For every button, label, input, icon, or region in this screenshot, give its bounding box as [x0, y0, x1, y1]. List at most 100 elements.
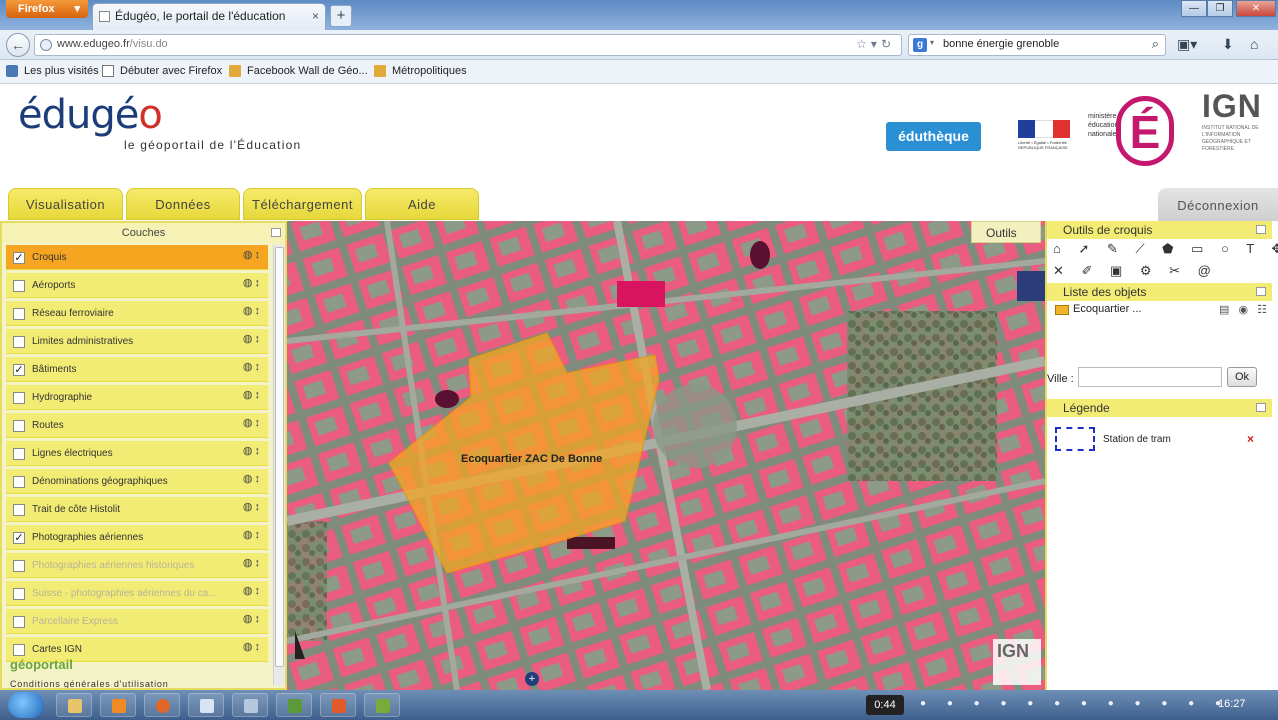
bookmark-facebook-wall[interactable]: Facebook Wall de Géo... — [229, 65, 368, 77]
layer-controls-icon[interactable]: ◍↕ — [243, 556, 262, 569]
minimize-panel-icon[interactable] — [1256, 287, 1266, 296]
croquis-tools-row-1[interactable]: ⌂ ➚ ✎ ⟋ ⬟ ▭ ○ T ✥ ⤫ — [1053, 241, 1278, 257]
back-button[interactable]: ← — [6, 33, 30, 57]
layer-controls-icon[interactable]: ◍↕ — [243, 528, 262, 541]
layer-checkbox[interactable]: ✓ — [13, 364, 25, 376]
browser-tab[interactable]: Édugéo, le portail de l'éducation × — [92, 3, 326, 30]
search-icon[interactable]: ⌕ — [1152, 36, 1159, 52]
edutheque-button[interactable]: éduthèque — [886, 122, 981, 151]
layer-checkbox[interactable] — [13, 308, 25, 320]
layer-item[interactable]: Lignes électriques ◍↕ — [6, 441, 268, 466]
layer-controls-icon[interactable]: ◍↕ — [243, 500, 262, 513]
layer-controls-icon[interactable]: ◍↕ — [243, 612, 262, 625]
layer-item[interactable]: ✓ Croquis ◍↕ — [6, 245, 268, 270]
logout-button[interactable]: Déconnexion — [1158, 188, 1278, 221]
layer-item[interactable]: Suisse - photographies aériennes du ca..… — [6, 581, 268, 606]
taskbar-app-8[interactable] — [364, 693, 400, 717]
layer-checkbox[interactable] — [13, 448, 25, 460]
layer-checkbox[interactable] — [13, 504, 25, 516]
ok-button[interactable]: Ok — [1227, 367, 1257, 387]
close-window-button[interactable]: ✕ — [1236, 0, 1276, 17]
layer-item[interactable]: Routes ◍↕ — [6, 413, 268, 438]
layer-item[interactable]: Parcellaire Express ◍↕ — [6, 609, 268, 634]
tab-aide[interactable]: Aide — [365, 188, 479, 220]
taskbar-clock[interactable]: 16:27 — [1218, 698, 1246, 710]
layer-checkbox[interactable] — [13, 616, 25, 628]
download-icon[interactable]: ⬇ — [1222, 36, 1234, 53]
maximize-button[interactable]: ❐ — [1207, 0, 1233, 17]
layer-controls-icon[interactable]: ◍↕ — [243, 444, 262, 457]
bookmarks-menu-icon[interactable]: ▣▾ — [1177, 36, 1197, 53]
new-tab-button[interactable]: + — [330, 5, 352, 27]
taskbar-explorer[interactable] — [56, 693, 92, 717]
layers-scrollbar[interactable] — [273, 245, 285, 685]
bookmark-metropolitiques[interactable]: Métropolitiques — [374, 65, 467, 77]
tab-telechargement[interactable]: Téléchargement — [243, 188, 362, 220]
layer-checkbox[interactable] — [13, 476, 25, 488]
minimize-panel-icon[interactable] — [1256, 403, 1266, 412]
search-bar[interactable]: g ▾ bonne énergie grenoble ⌕ — [908, 34, 1166, 56]
zoom-in-button[interactable]: + — [525, 672, 539, 686]
firefox-menu-button[interactable]: Firefox ▾ — [6, 0, 88, 18]
map-view[interactable]: Outils Ecoquartier ZAC De Bonne + IGN — [287, 221, 1045, 690]
taskbar-app-7[interactable] — [320, 693, 356, 717]
layer-checkbox[interactable] — [13, 588, 25, 600]
layer-item[interactable]: Réseau ferroviaire ◍↕ — [6, 301, 268, 326]
taskbar-firefox[interactable] — [144, 693, 180, 717]
system-tray-icons[interactable]: ● ● ● ● ● ● ● ● ● ● ● ● — [920, 698, 1230, 709]
layer-item[interactable]: Limites administratives ◍↕ — [6, 329, 268, 354]
layer-controls-icon[interactable]: ◍↕ — [243, 360, 262, 373]
close-tab-icon[interactable]: × — [312, 9, 319, 23]
layer-item[interactable]: Photographies aériennes historiques ◍↕ — [6, 553, 268, 578]
layer-controls-icon[interactable]: ◍↕ — [243, 584, 262, 597]
layer-checkbox[interactable]: ✓ — [13, 532, 25, 544]
layer-controls-icon[interactable]: ◍↕ — [243, 248, 262, 261]
layer-checkbox[interactable] — [13, 392, 25, 404]
minimize-button[interactable]: — — [1181, 0, 1207, 17]
object-actions[interactable]: ▤ ◉ ☷ — [1219, 303, 1270, 316]
bookmark-most-visited[interactable]: Les plus visités — [6, 65, 99, 77]
layer-item[interactable]: ✓ Photographies aériennes ◍↕ — [6, 525, 268, 550]
google-icon[interactable]: g — [913, 38, 927, 52]
minimize-panel-icon[interactable] — [271, 228, 281, 237]
croquis-tools-row-2[interactable]: ✕ ✐ ▣ ⚙ ✂ @ — [1053, 263, 1218, 279]
start-button[interactable] — [8, 692, 44, 718]
map-tools-button[interactable]: Outils — [971, 221, 1041, 243]
bookmark-getting-started[interactable]: Débuter avec Firefox — [102, 65, 222, 77]
layer-checkbox[interactable]: ✓ — [13, 252, 25, 264]
url-bar[interactable]: www.edugeo.fr/visu.do ☆▾↻ — [34, 34, 902, 56]
taskbar-app-5[interactable] — [232, 693, 268, 717]
layer-checkbox[interactable] — [13, 644, 25, 656]
ville-input[interactable] — [1078, 367, 1222, 387]
url-controls[interactable]: ☆▾↻ — [856, 37, 895, 51]
home-icon[interactable]: ⌂ — [1250, 36, 1258, 52]
geoportail-logo[interactable]: géoportail — [10, 657, 73, 672]
layer-item[interactable]: Dénominations géographiques ◍↕ — [6, 469, 268, 494]
search-engine-dropdown-icon[interactable]: ▾ — [930, 38, 934, 47]
layer-checkbox[interactable] — [13, 280, 25, 292]
layer-controls-icon[interactable]: ◍↕ — [243, 332, 262, 345]
layer-checkbox[interactable] — [13, 420, 25, 432]
layer-controls-icon[interactable]: ◍↕ — [243, 640, 262, 653]
layer-checkbox[interactable] — [13, 560, 25, 572]
edugeo-logo[interactable]: édugéo — [18, 92, 163, 138]
layer-checkbox[interactable] — [13, 336, 25, 348]
search-input[interactable]: bonne énergie grenoble — [943, 38, 1059, 50]
layer-controls-icon[interactable]: ◍↕ — [243, 416, 262, 429]
tab-donnees[interactable]: Données — [126, 188, 240, 220]
scroll-thumb[interactable] — [275, 247, 284, 667]
object-item[interactable]: Ecoquartier ... ▤ ◉ ☷ — [1053, 303, 1272, 319]
layer-controls-icon[interactable]: ◍↕ — [243, 472, 262, 485]
minimize-panel-icon[interactable] — [1256, 225, 1266, 234]
layer-item[interactable]: ✓ Bâtiments ◍↕ — [6, 357, 268, 382]
conditions-link[interactable]: Conditions générales d'utilisation — [10, 679, 169, 688]
layer-item[interactable]: Hydrographie ◍↕ — [6, 385, 268, 410]
taskbar-media[interactable] — [100, 693, 136, 717]
delete-legend-icon[interactable]: × — [1247, 432, 1254, 446]
tab-visualisation[interactable]: Visualisation — [8, 188, 123, 220]
layer-item[interactable]: Trait de côte Histolit ◍↕ — [6, 497, 268, 522]
layer-controls-icon[interactable]: ◍↕ — [243, 276, 262, 289]
taskbar-app-4[interactable] — [188, 693, 224, 717]
layer-item[interactable]: Aéroports ◍↕ — [6, 273, 268, 298]
taskbar-app-6[interactable] — [276, 693, 312, 717]
